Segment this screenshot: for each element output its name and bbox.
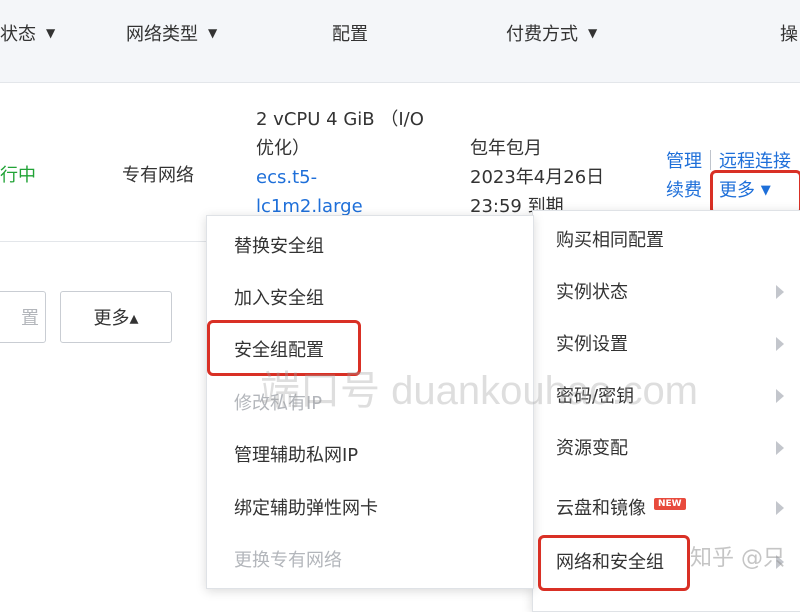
submenu-item[interactable]: 替换安全组 [234,232,324,258]
config-spec-line2: 优化） [256,138,310,159]
header-operations: 操 [780,24,798,45]
chevron-right-icon [776,501,784,515]
chevron-right-icon [776,285,784,299]
submenu-item: 更换专有网络 [234,550,342,571]
dropdown-menu-item-label: 实例状态 [556,282,628,303]
manage-link[interactable]: 管理 [666,151,702,172]
batch-action-button[interactable]: 置 [0,291,46,343]
submenu-item[interactable]: 加入安全组 [234,284,324,310]
dropdown-menu-item-label: 资源变配 [556,438,628,459]
caret-down-icon: ▼ [208,26,218,40]
new-badge: NEW [654,498,686,510]
config-spec-line1: 2 vCPU 4 GiB （I/O [256,109,424,130]
header-billing[interactable]: 付费方式 ▼ [506,20,597,46]
submenu-item[interactable]: 管理辅助私网IP [234,441,358,467]
chevron-right-icon [776,441,784,455]
renew-link[interactable]: 续费 [666,180,702,201]
highlight-network-security [538,535,690,591]
dropdown-menu-item[interactable]: 购买相同配置 [556,226,664,252]
more-batch-button[interactable]: 更多▴ [60,291,172,343]
dropdown-menu-item[interactable]: 云盘和镜像 NEW [556,494,686,520]
header-network-type-label: 网络类型 [126,24,198,45]
header-network-type[interactable]: 网络类型 ▼ [126,20,217,46]
remote-connect-link[interactable]: 远程连接 [719,151,791,172]
header-billing-label: 付费方式 [506,24,578,45]
highlight-more-box [710,170,800,215]
instance-type-link[interactable]: ecs.t5- [256,163,317,192]
billing-expire-date: 2023年4月26日 [470,167,605,188]
chevron-right-icon [776,337,784,351]
dropdown-menu-item-label: 购买相同配置 [556,230,664,251]
table-header: 状态 ▼ 网络类型 ▼ 配置 付费方式 ▼ 操 [0,0,800,83]
network-type: 专有网络 [122,165,194,186]
highlight-security-group-config [207,320,361,376]
submenu-item: 修改私有IP [234,393,323,414]
header-config: 配置 [332,24,368,45]
dropdown-menu-item[interactable]: 密码/密钥 [556,382,634,408]
divider [710,150,711,170]
header-status-label: 状态 [0,24,36,45]
dropdown-menu-item[interactable]: 实例状态 [556,278,628,304]
dropdown-menu-item[interactable]: 资源变配 [556,434,628,460]
dropdown-menu-item-label: 密码/密钥 [556,386,635,407]
chevron-right-icon [776,389,784,403]
dropdown-menu-item[interactable]: 实例设置 [556,330,628,356]
dropdown-menu-item-label: 云盘和镜像 [556,498,646,519]
batch-action-label: 置 [21,308,39,329]
caret-down-icon: ▼ [588,26,598,40]
status-running: 行中 [0,165,36,186]
header-status[interactable]: 状态 ▼ [0,20,55,46]
dropdown-menu-item-label: 实例设置 [556,334,628,355]
more-batch-label: 更多▴ [93,308,139,329]
chevron-right-icon [776,555,784,569]
caret-down-icon: ▼ [46,26,56,40]
submenu-item[interactable]: 绑定辅助弹性网卡 [234,494,378,520]
billing-type: 包年包月 [470,138,542,159]
